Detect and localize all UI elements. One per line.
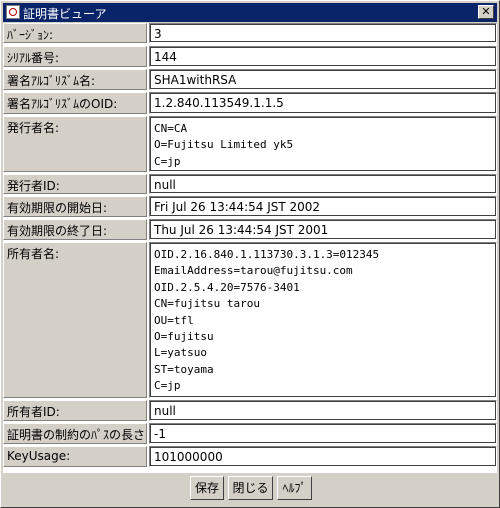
subject-line: O=fujitsu (154, 329, 214, 343)
row-issuer-name: 発行者名: CN=CA O=Fujitsu Limited yk5 C=jp (3, 116, 497, 172)
path-length-label: 証明書の制約のﾊﾟｽの長さ: (3, 423, 147, 444)
subject-line: OID.2.5.4.20=7576-3401 (154, 280, 300, 294)
row-key-usage: KeyUsage: 101000000 (3, 446, 497, 467)
key-usage-label: KeyUsage: (3, 446, 147, 467)
version-value[interactable]: 3 (149, 23, 497, 43)
subject-id-value[interactable]: null (149, 400, 497, 421)
subject-line: CN=fujitsu tarou (154, 297, 260, 311)
issuer-id-value[interactable]: null (149, 174, 497, 194)
close-icon[interactable]: ✕ (478, 5, 494, 19)
row-signature-algorithm: 署名ｱﾙｺﾞﾘｽﾞﾑ名: SHA1withRSA (3, 69, 497, 90)
issuer-id-label: 発行者ID: (3, 174, 147, 194)
help-button[interactable]: ﾍﾙﾌﾟ (277, 476, 312, 500)
subject-line: EmailAddress=tarou@fujitsu.com (154, 264, 353, 278)
field-table: ﾊﾞｰｼﾞｮﾝ: 3 ｼﾘｱﾙ番号: 144 署名ｱﾙｺﾞﾘｽﾞﾑ名: SHA1… (3, 23, 497, 473)
subject-line: ST=toyama (154, 362, 214, 376)
row-valid-to: 有効期限の終了日: Thu Jul 26 13:44:54 JST 2001 (3, 219, 497, 240)
row-issuer-id: 発行者ID: null (3, 174, 497, 194)
button-bar: 保存 閉じる ﾍﾙﾌﾟ (3, 473, 497, 505)
row-serial-number: ｼﾘｱﾙ番号: 144 (3, 46, 497, 67)
subject-line: C=jp (154, 379, 181, 393)
valid-to-value[interactable]: Thu Jul 26 13:44:54 JST 2001 (149, 219, 497, 240)
signature-oid-value[interactable]: 1.2.840.113549.1.1.5 (149, 92, 497, 114)
app-icon (6, 5, 20, 19)
row-path-length: 証明書の制約のﾊﾟｽの長さ: -1 (3, 423, 497, 444)
title-bar[interactable]: 証明書ビューア ✕ (3, 3, 497, 22)
row-valid-from: 有効期限の開始日: Fri Jul 26 13:44:54 JST 2002 (3, 196, 497, 217)
valid-from-label: 有効期限の開始日: (3, 196, 147, 217)
issuer-name-label: 発行者名: (3, 116, 147, 172)
valid-to-label: 有効期限の終了日: (3, 219, 147, 240)
key-usage-value[interactable]: 101000000 (149, 446, 497, 467)
issuer-name-value[interactable]: CN=CA O=Fujitsu Limited yk5 C=jp (149, 116, 497, 172)
signature-algorithm-label: 署名ｱﾙｺﾞﾘｽﾞﾑ名: (3, 69, 147, 90)
row-subject-id: 所有者ID: null (3, 400, 497, 421)
issuer-line: CN=CA (154, 122, 188, 135)
signature-oid-label: 署名ｱﾙｺﾞﾘｽﾞﾑのOID: (3, 92, 147, 114)
save-button[interactable]: 保存 (190, 476, 224, 500)
close-button[interactable]: 閉じる (228, 476, 273, 500)
subject-line: OID.2.16.840.1.113730.3.1.3=012345 (154, 248, 380, 261)
row-version: ﾊﾞｰｼﾞｮﾝ: 3 (3, 23, 497, 43)
path-length-value[interactable]: -1 (149, 423, 497, 444)
row-subject-name: 所有者名: OID.2.16.840.1.113730.3.1.3=012345… (3, 242, 497, 398)
subject-name-value[interactable]: OID.2.16.840.1.113730.3.1.3=012345 Email… (149, 242, 497, 398)
version-label: ﾊﾞｰｼﾞｮﾝ: (3, 23, 147, 43)
serial-number-value[interactable]: 144 (149, 46, 497, 67)
subject-line: L=yatsuo (154, 346, 207, 360)
subject-name-label: 所有者名: (3, 242, 147, 398)
row-signature-oid: 署名ｱﾙｺﾞﾘｽﾞﾑのOID: 1.2.840.113549.1.1.5 (3, 92, 497, 114)
subject-line: OU=tfl (154, 313, 194, 327)
issuer-line: O=Fujitsu Limited yk5 (154, 138, 294, 152)
window-title: 証明書ビューア (23, 7, 107, 21)
valid-from-value[interactable]: Fri Jul 26 13:44:54 JST 2002 (149, 196, 497, 217)
certificate-viewer-window: 証明書ビューア ✕ ﾊﾞｰｼﾞｮﾝ: 3 ｼﾘｱﾙ番号: 144 署名ｱﾙｺﾞﾘ… (0, 0, 500, 508)
issuer-line: C=jp (154, 154, 181, 168)
serial-number-label: ｼﾘｱﾙ番号: (3, 46, 147, 67)
subject-id-label: 所有者ID: (3, 400, 147, 421)
signature-algorithm-value[interactable]: SHA1withRSA (149, 69, 497, 90)
